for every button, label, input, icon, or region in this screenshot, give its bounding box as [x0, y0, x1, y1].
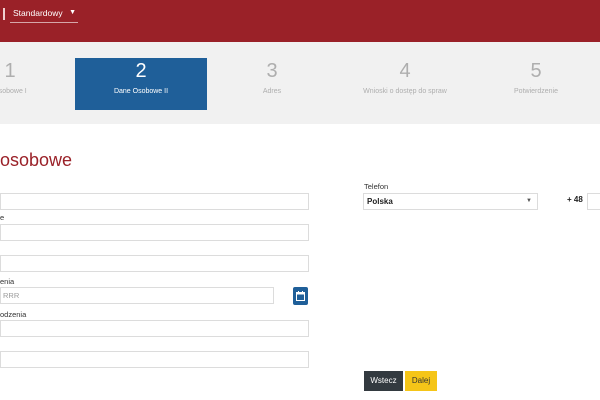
next-button[interactable]: Dalej	[405, 371, 437, 391]
birthdate-label: enia	[0, 277, 15, 286]
form-title: osobowe	[0, 150, 73, 170]
birthplace-field[interactable]	[0, 320, 309, 337]
phone-label: Telefon	[364, 182, 389, 191]
step-label: Potwierdzenie	[514, 88, 558, 95]
step-number: 4	[399, 60, 411, 82]
birthdate-field[interactable]: RRR	[0, 287, 274, 304]
step-number: 1	[4, 60, 16, 82]
back-button[interactable]: Wstecz	[364, 371, 403, 391]
field-label-2: e	[0, 213, 5, 222]
step-label: Osobowe I	[0, 88, 27, 95]
birthplace-label: odzenia	[0, 310, 27, 319]
step-number: 5	[530, 60, 542, 82]
step-label: Dane Osobowe II	[113, 88, 169, 95]
first-name-field[interactable]	[0, 193, 309, 210]
step-label: Wnioski o dostęp do spraw	[363, 88, 447, 95]
phone-number-input[interactable]	[587, 193, 600, 210]
top-bar: Standardowy ▼	[0, 0, 600, 42]
calendar-icon	[296, 291, 305, 301]
last-name-field[interactable]	[0, 255, 309, 272]
phone-country-select[interactable]: Polska ▼	[363, 193, 538, 210]
phone-prefix: + 48	[567, 195, 583, 204]
phone-country-value: Polska	[367, 197, 393, 206]
step-5: 5 Potwierdzenie	[500, 58, 572, 110]
contrast-select[interactable]: Standardowy ▼	[10, 5, 78, 23]
step-1: 1 Osobowe I	[0, 58, 40, 110]
contrast-select-value: Standardowy	[13, 8, 63, 18]
step-number: 2	[135, 60, 147, 82]
step-label: Adres	[262, 88, 282, 95]
step-number: 3	[266, 60, 278, 82]
birthdate-placeholder: RRR	[3, 291, 20, 300]
header-divider	[3, 8, 5, 20]
step-4: 4 Wnioski o dostęp do spraw	[348, 58, 462, 110]
steps-bar: 1 Osobowe I 2 Dane Osobowe II 3 Adres 4 …	[0, 42, 600, 124]
chevron-down-icon: ▼	[69, 9, 76, 16]
step-3: 3 Adres	[240, 58, 304, 110]
step-2: 2 Dane Osobowe II	[75, 58, 207, 110]
second-name-field[interactable]	[0, 224, 309, 241]
chevron-down-icon: ▼	[526, 198, 532, 204]
calendar-button[interactable]	[293, 287, 308, 305]
extra-field[interactable]	[0, 351, 309, 368]
